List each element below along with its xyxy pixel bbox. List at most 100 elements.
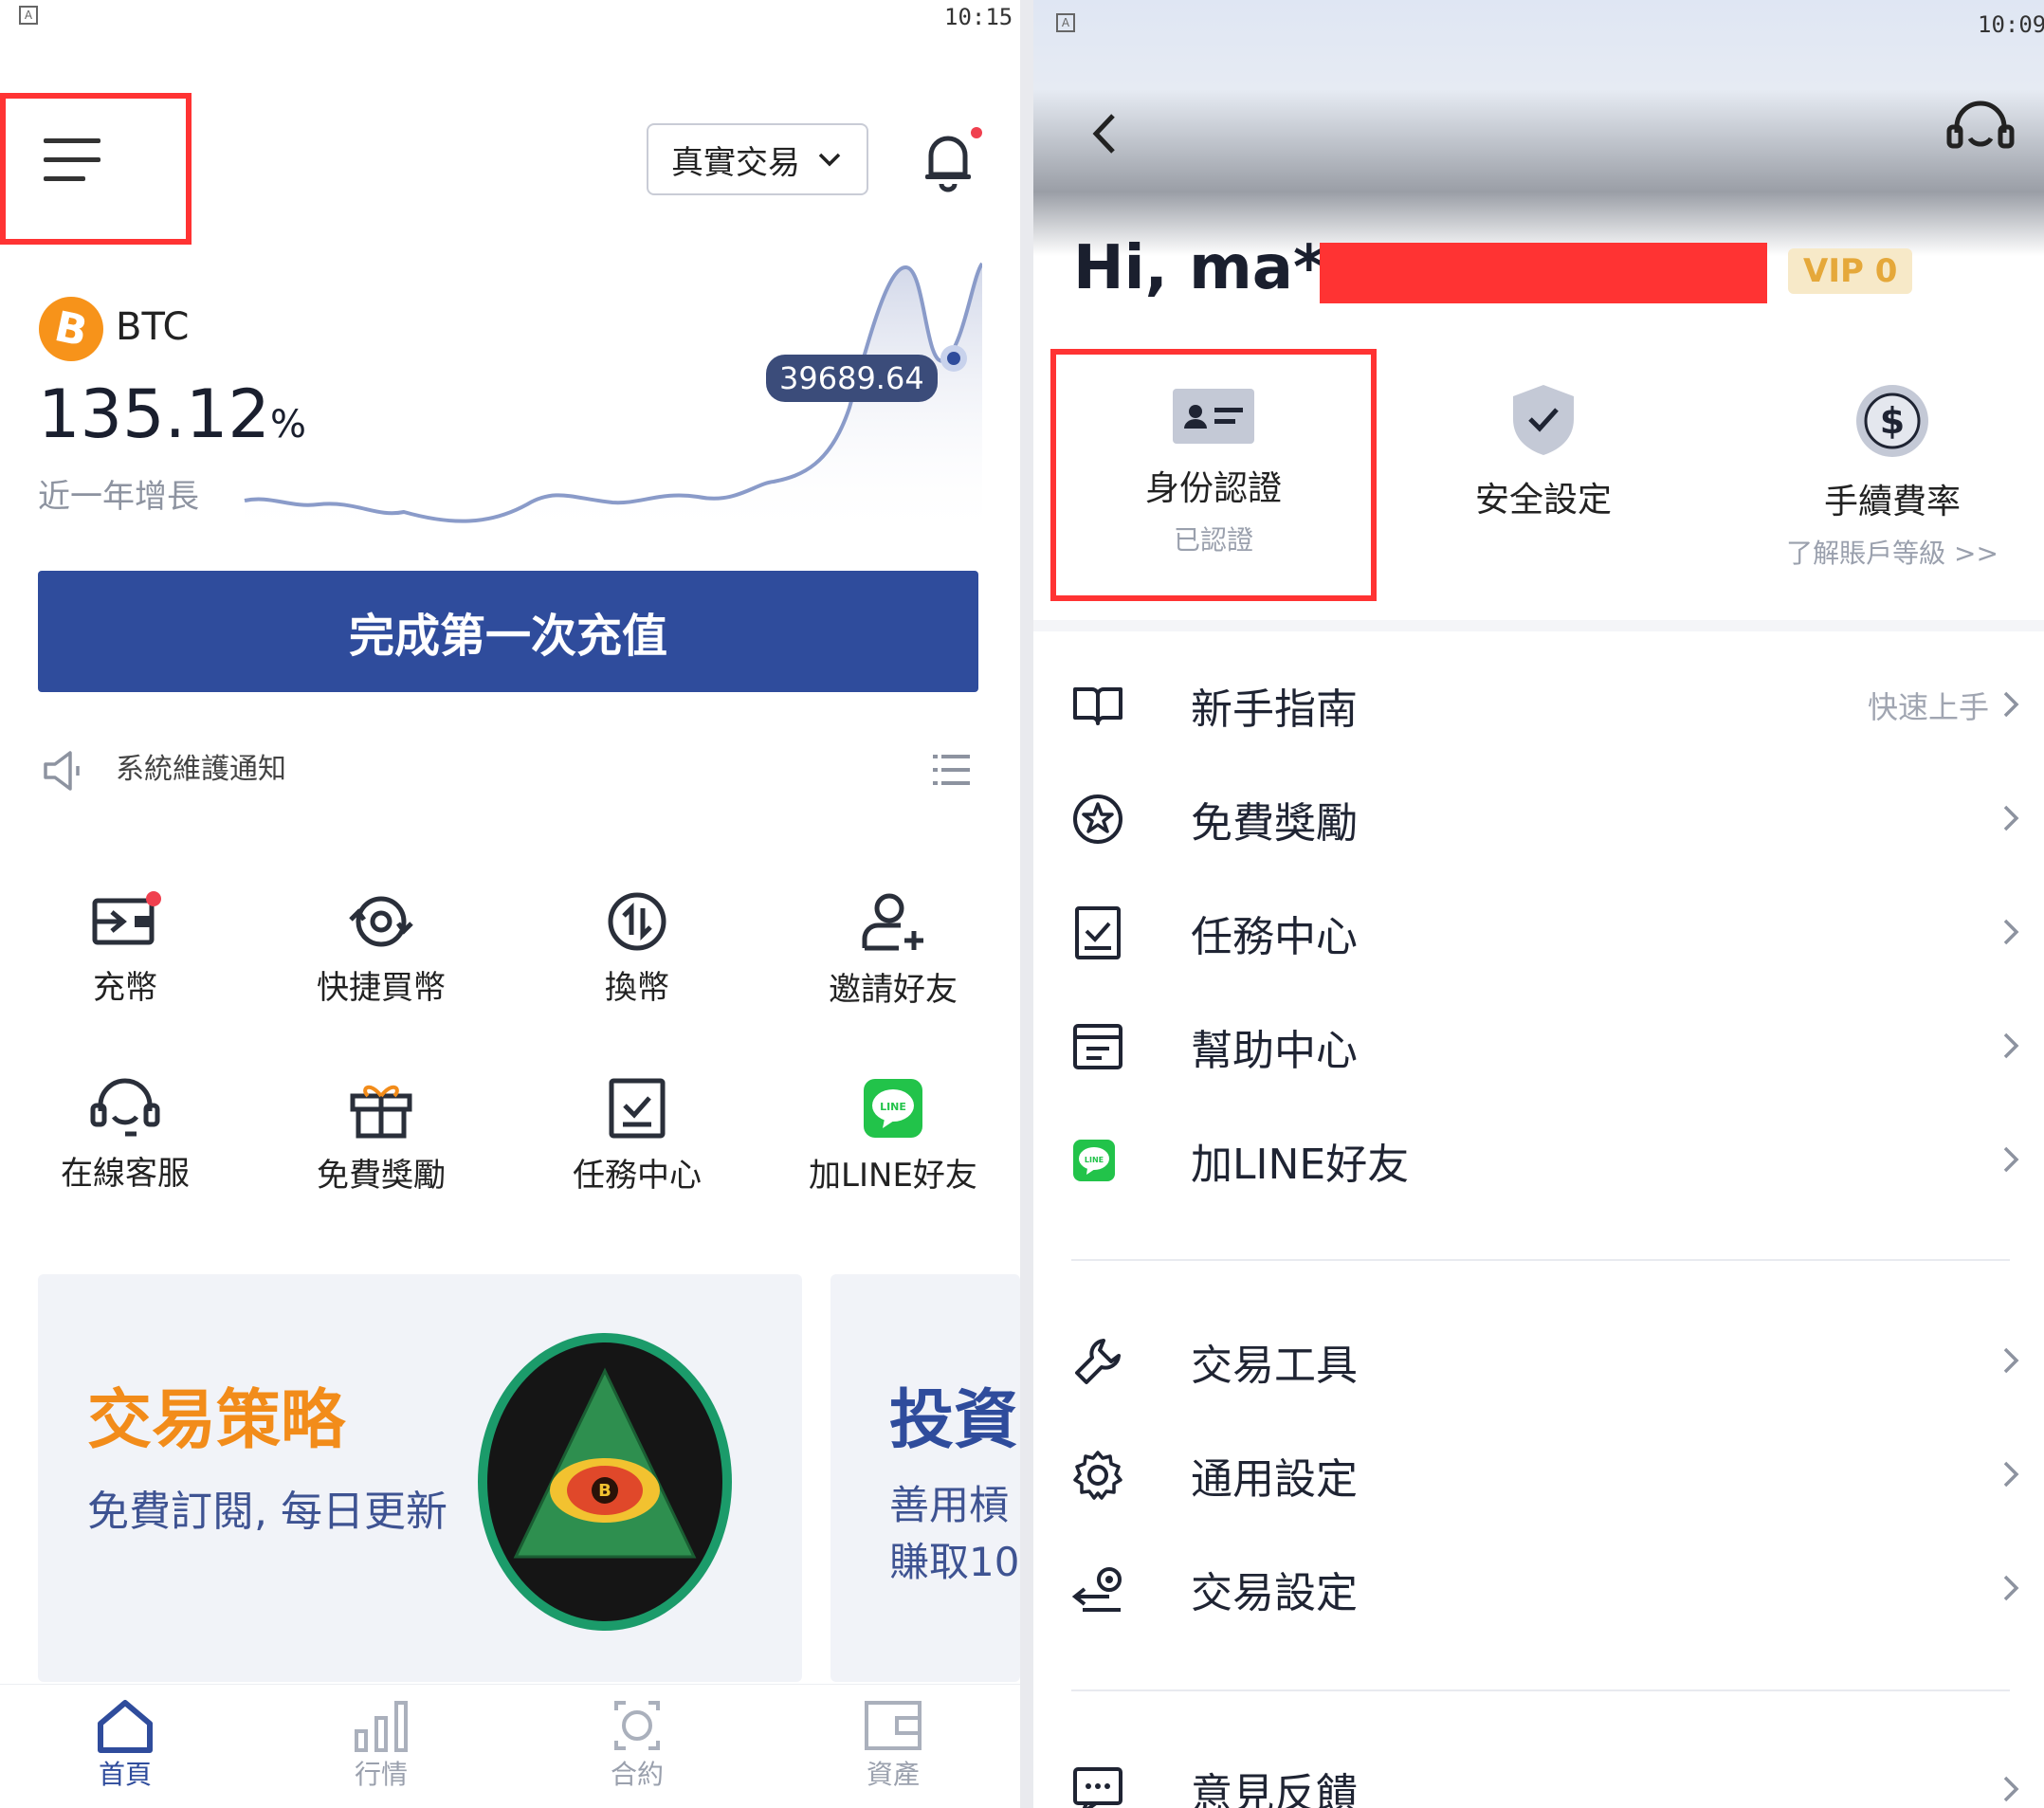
line-icon: LINE: [1033, 1138, 1166, 1183]
feature-security[interactable]: 安全設定: [1411, 381, 1676, 521]
promo-title: 投資: [889, 1383, 1019, 1458]
help-doc-icon: [1033, 1022, 1166, 1071]
quick-action-invite[interactable]: 邀請好友: [798, 891, 988, 1010]
trade-settings-icon: [1033, 1564, 1166, 1614]
sim-indicator-icon: A: [1056, 13, 1075, 32]
menu-divider: [1071, 1259, 2010, 1261]
gift-icon: [286, 1077, 476, 1140]
quick-action-support[interactable]: 在線客服: [30, 1077, 220, 1194]
chevron-right-icon: [2002, 690, 2019, 719]
tab-home[interactable]: 首頁: [49, 1697, 201, 1792]
chevron-right-icon: [2002, 1775, 2019, 1803]
promo-line: 善用槓: [889, 1482, 1010, 1528]
profile-header-bg: [1033, 0, 2044, 256]
status-time: 10:09: [1978, 11, 2044, 38]
tab-market[interactable]: 行情: [305, 1697, 457, 1792]
first-deposit-button[interactable]: 完成第一次充值: [38, 571, 978, 692]
quick-action-tasks[interactable]: 任務中心: [542, 1077, 732, 1196]
quick-action-label: 任務中心: [573, 1157, 702, 1195]
headset-icon: [30, 1077, 220, 1138]
vip-badge[interactable]: VIP 0: [1788, 248, 1913, 294]
back-arrow-icon[interactable]: [1088, 112, 1121, 155]
book-icon: [1033, 684, 1166, 727]
quick-action-rewards[interactable]: 免費獎勵: [286, 1077, 476, 1196]
promo-card-strategy[interactable]: 交易策略 免費訂閱, 每日更新 B: [38, 1274, 802, 1682]
growth-label: 近一年增長: [38, 478, 199, 516]
quick-buy-icon: [286, 891, 476, 952]
menu-label: 免費獎勵: [1191, 799, 1358, 848]
menu-label: 交易設定: [1191, 1569, 1358, 1617]
menu-item-general-settings[interactable]: 通用設定: [1033, 1428, 2044, 1523]
contract-icon: [561, 1697, 713, 1754]
wallet-icon: [817, 1697, 969, 1754]
feature-subtitle: 了解賬戶等級 >>: [1786, 538, 1998, 569]
quick-action-swap[interactable]: 換幣: [542, 891, 732, 1008]
quick-action-label: 在線客服: [61, 1155, 190, 1193]
home-icon: [49, 1697, 201, 1754]
tab-label: 行情: [354, 1759, 408, 1790]
menu-label: 任務中心: [1191, 913, 1358, 961]
tab-label: 資產: [866, 1759, 920, 1790]
quick-action-label: 免費獎勵: [317, 1157, 446, 1195]
menu-item-trade-settings[interactable]: 交易設定: [1033, 1542, 2044, 1636]
quick-action-label: 加LINE好友: [809, 1157, 977, 1195]
menu-hint: 快速上手: [1867, 689, 1989, 725]
menu-item-task-center[interactable]: 任務中心: [1033, 886, 2044, 980]
left-screen: A 10:15 真實交易 B BTC 135.12% 近一年增長 39689.6…: [0, 0, 1020, 1808]
section-gap: [1033, 620, 2044, 631]
quick-action-label: 邀請好友: [829, 971, 958, 1009]
tab-contract[interactable]: 合約: [561, 1697, 713, 1792]
dragon-eye-logo: B: [474, 1329, 736, 1635]
menu-item-free-rewards[interactable]: 免費獎勵: [1033, 772, 2044, 867]
trading-mode-select[interactable]: 真實交易: [647, 123, 868, 195]
quick-action-deposit[interactable]: 充幣: [30, 891, 220, 1008]
list-icon[interactable]: [933, 751, 971, 789]
task-icon: [1033, 906, 1166, 959]
chevron-right-icon: [2002, 1346, 2019, 1375]
right-screen: A 10:09 Hi, ma*** VIP 0 身份認證 已認證 安全設定 $ …: [1033, 0, 2044, 1808]
redaction-bar: [1320, 243, 1767, 303]
chevron-right-icon: [2002, 1032, 2019, 1060]
bar-chart-icon: [305, 1697, 457, 1754]
svg-text:LINE: LINE: [1085, 1156, 1104, 1164]
quick-action-label: 快捷買幣: [317, 969, 446, 1007]
headset-icon[interactable]: [1945, 99, 2016, 161]
feature-title: 手續費率: [1823, 483, 1961, 521]
notice-text[interactable]: 系統維護通知: [116, 745, 286, 787]
bell-icon[interactable]: [918, 127, 984, 193]
menu-label: 交易工具: [1191, 1342, 1358, 1390]
promo-card-invest[interactable]: 投資 善用槓 賺取10,0: [830, 1274, 1020, 1682]
tab-assets[interactable]: 資產: [817, 1697, 969, 1792]
feature-title: 安全設定: [1474, 481, 1612, 520]
quick-action-quick-buy[interactable]: 快捷買幣: [286, 891, 476, 1008]
menu-item-feedback[interactable]: 意見反饋: [1033, 1743, 2044, 1808]
menu-item-help-center[interactable]: 幫助中心: [1033, 999, 2044, 1094]
chevron-right-icon: [2002, 1460, 2019, 1488]
feature-title: 身份認證: [1144, 469, 1282, 508]
trading-mode-label: 真實交易: [671, 143, 800, 182]
wrench-icon: [1033, 1335, 1166, 1388]
feature-fee-rate[interactable]: $ 手續費率 了解賬戶等級 >>: [1760, 383, 2025, 571]
chevron-down-icon: [817, 151, 842, 168]
task-icon: [542, 1077, 732, 1140]
chevron-right-icon: [2002, 804, 2019, 832]
growth-number: 135.12: [38, 375, 270, 453]
swap-icon: [542, 891, 732, 952]
feedback-icon: [1033, 1765, 1166, 1808]
menu-label: 新手指南: [1191, 685, 1358, 734]
tab-label: 首頁: [98, 1759, 152, 1790]
chevron-right-icon: [2002, 1574, 2019, 1602]
quick-action-line[interactable]: LINE 加LINE好友: [798, 1077, 988, 1196]
deposit-icon: [30, 891, 220, 952]
menu-label: 加LINE好友: [1191, 1141, 1410, 1189]
menu-item-add-line[interactable]: LINE 加LINE好友: [1033, 1113, 2044, 1208]
menu-icon[interactable]: [42, 133, 104, 186]
fee-dollar-icon: $: [1760, 383, 2025, 459]
menu-item-beginner-guide[interactable]: 新手指南 快速上手: [1033, 658, 2044, 753]
shield-icon: [1411, 381, 1676, 457]
quick-action-label: 換幣: [605, 969, 669, 1007]
chevron-right-icon: [2002, 1145, 2019, 1174]
coin-symbol: BTC: [116, 305, 190, 349]
menu-item-trading-tools[interactable]: 交易工具: [1033, 1314, 2044, 1409]
feature-identity[interactable]: 身份認證 已認證: [1081, 387, 1346, 557]
